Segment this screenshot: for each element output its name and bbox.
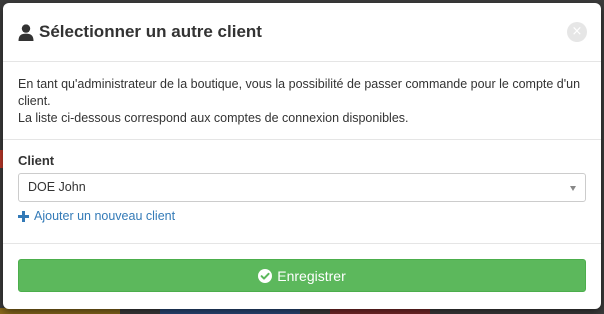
modal-body: Client DOE John Ajouter un nouveau clien… xyxy=(3,140,601,244)
client-select[interactable]: DOE John xyxy=(18,173,586,202)
caret-down-icon xyxy=(570,186,576,191)
modal-header: Sélectionner un autre client × xyxy=(3,3,601,62)
add-client-label: Ajouter un nouveau client xyxy=(34,209,176,223)
modal-title: Sélectionner un autre client xyxy=(18,22,262,42)
client-field-label: Client xyxy=(18,153,55,168)
user-icon xyxy=(18,23,34,41)
save-button[interactable]: Enregistrer xyxy=(18,259,586,292)
modal-intro: En tant qu'administrateur de la boutique… xyxy=(3,62,601,140)
client-select-value: DOE John xyxy=(28,180,86,194)
select-client-modal: Sélectionner un autre client × En tant q… xyxy=(3,3,601,309)
modal-footer: Enregistrer xyxy=(3,244,601,292)
save-button-label: Enregistrer xyxy=(277,267,346,284)
intro-text-line2: La liste ci-dessous correspond aux compt… xyxy=(18,111,409,125)
check-circle-icon xyxy=(258,268,273,283)
plus-icon xyxy=(18,210,29,222)
intro-text-line1: En tant qu'administrateur de la boutique… xyxy=(18,77,581,108)
add-client-link[interactable]: Ajouter un nouveau client xyxy=(18,209,586,223)
close-button[interactable]: × xyxy=(567,22,587,42)
modal-title-text: Sélectionner un autre client xyxy=(39,22,262,41)
